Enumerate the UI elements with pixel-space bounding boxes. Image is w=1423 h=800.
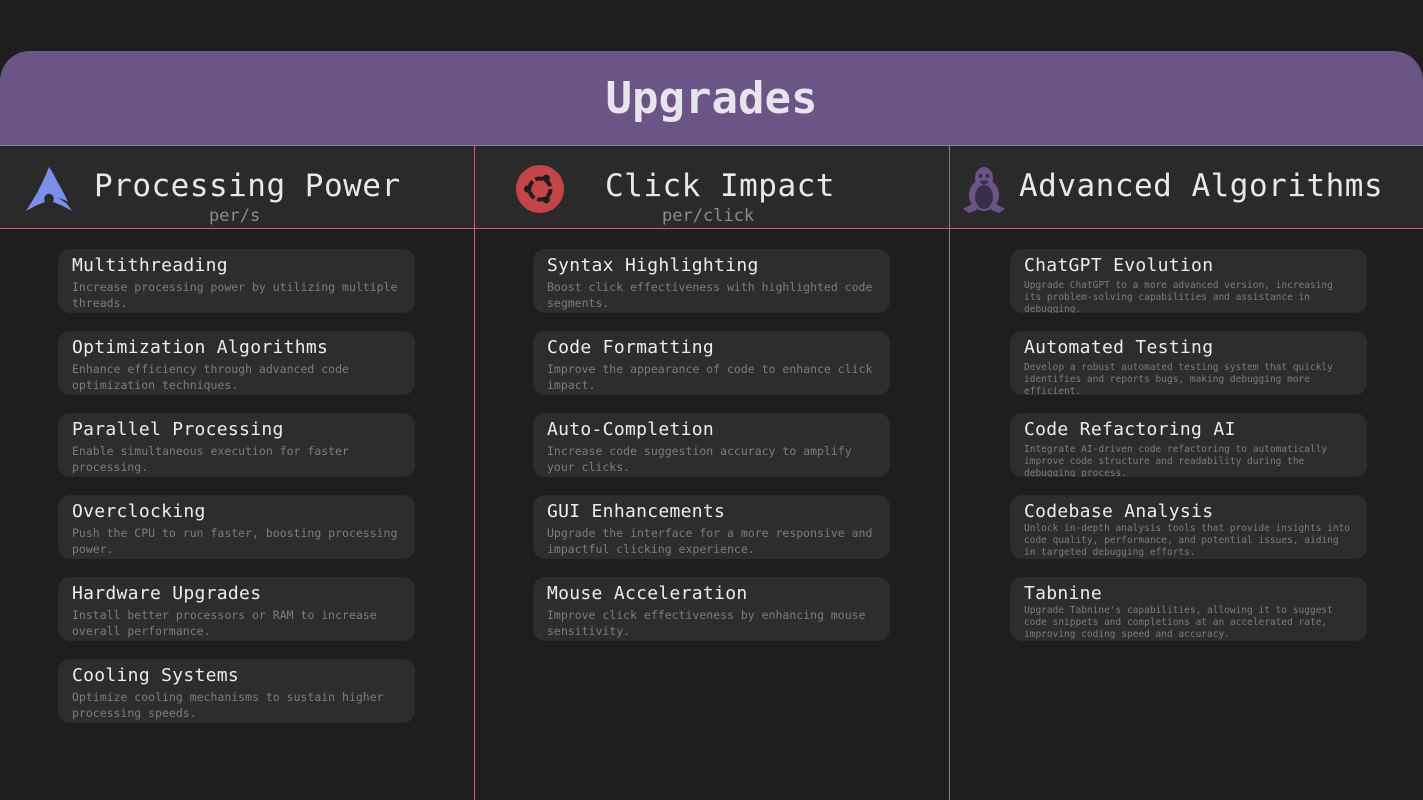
upgrade-description: Upgrade the interface for a more respons… bbox=[547, 526, 873, 556]
column-advanced-algorithms: Advanced Algorithms ChatGPT Evolution Up… bbox=[950, 146, 1423, 800]
linux-tux-icon bbox=[963, 167, 1005, 213]
upgrade-description: Enhance efficiency through advanced code… bbox=[72, 362, 349, 392]
upgrade-card-auto-completion[interactable]: Auto-Completion Increase code suggestion… bbox=[533, 413, 890, 477]
upgrade-title: Tabnine bbox=[1024, 583, 1102, 604]
upgrade-title: ChatGPT Evolution bbox=[1024, 255, 1214, 276]
column-unit: per/s bbox=[209, 206, 261, 226]
upgrade-card-codebase-analysis[interactable]: Codebase Analysis Unlock in-depth analys… bbox=[1010, 495, 1367, 559]
upgrade-description: Increase code suggestion accuracy to amp… bbox=[547, 444, 852, 474]
upgrade-list: ChatGPT Evolution Upgrade ChatGPT to a m… bbox=[1010, 249, 1367, 659]
upgrade-title: Codebase Analysis bbox=[1024, 501, 1214, 522]
upgrade-card-tabnine[interactable]: Tabnine Upgrade Tabnine's capabilities, … bbox=[1010, 577, 1367, 641]
arch-linux-icon bbox=[26, 167, 72, 211]
page-title: Upgrades bbox=[605, 72, 818, 124]
column-processing-power: Processing Power per/s Multithreading In… bbox=[0, 146, 475, 800]
column-title: Processing Power bbox=[94, 168, 401, 204]
upgrades-header: Upgrades bbox=[0, 51, 1423, 146]
upgrades-panel: Upgrades Processing Power per/s Multithr… bbox=[0, 0, 1423, 800]
upgrade-description: Upgrade Tabnine's capabilities, allowing… bbox=[1024, 605, 1333, 640]
upgrade-description: Install better processors or RAM to incr… bbox=[72, 608, 377, 638]
column-header: Processing Power per/s bbox=[0, 146, 474, 229]
column-header: Advanced Algorithms bbox=[950, 146, 1423, 229]
column-header: Click Impact per/click bbox=[475, 146, 949, 229]
upgrade-card-code-refactoring-ai[interactable]: Code Refactoring AI Integrate AI-driven … bbox=[1010, 413, 1367, 477]
column-title: Click Impact bbox=[605, 168, 835, 204]
upgrade-title: Overclocking bbox=[72, 501, 206, 522]
upgrade-card-hardware-upgrades[interactable]: Hardware Upgrades Install better process… bbox=[58, 577, 415, 641]
upgrade-title: Syntax Highlighting bbox=[547, 255, 759, 276]
upgrade-title: Automated Testing bbox=[1024, 337, 1214, 358]
upgrade-title: Code Formatting bbox=[547, 337, 715, 358]
upgrade-title: Multithreading bbox=[72, 255, 228, 276]
column-title: Advanced Algorithms bbox=[1019, 168, 1384, 204]
ubuntu-icon bbox=[516, 165, 564, 213]
upgrade-title: GUI Enhancements bbox=[547, 501, 726, 522]
column-unit: per/click bbox=[662, 206, 755, 226]
upgrade-description: Increase processing power by utilizing m… bbox=[72, 280, 398, 310]
upgrade-description: Develop a robust automated testing syste… bbox=[1024, 362, 1333, 395]
upgrade-card-multithreading[interactable]: Multithreading Increase processing power… bbox=[58, 249, 415, 313]
upgrade-description: Upgrade ChatGPT to a more advanced versi… bbox=[1024, 280, 1333, 313]
upgrade-description: Optimize cooling mechanisms to sustain h… bbox=[72, 690, 384, 720]
upgrade-card-syntax-highlighting[interactable]: Syntax Highlighting Boost click effectiv… bbox=[533, 249, 890, 313]
upgrade-title: Mouse Acceleration bbox=[547, 583, 748, 604]
upgrade-title: Auto-Completion bbox=[547, 419, 715, 440]
upgrade-description: Push the CPU to run faster, boosting pro… bbox=[72, 526, 398, 556]
upgrade-card-mouse-acceleration[interactable]: Mouse Acceleration Improve click effecti… bbox=[533, 577, 890, 641]
upgrade-card-optimization-algorithms[interactable]: Optimization Algorithms Enhance efficien… bbox=[58, 331, 415, 395]
upgrade-card-chatgpt-evolution[interactable]: ChatGPT Evolution Upgrade ChatGPT to a m… bbox=[1010, 249, 1367, 313]
upgrade-title: Cooling Systems bbox=[72, 665, 240, 686]
upgrade-card-parallel-processing[interactable]: Parallel Processing Enable simultaneous … bbox=[58, 413, 415, 477]
upgrade-card-overclocking[interactable]: Overclocking Push the CPU to run faster,… bbox=[58, 495, 415, 559]
upgrade-card-cooling-systems[interactable]: Cooling Systems Optimize cooling mechani… bbox=[58, 659, 415, 723]
upgrade-description: Integrate AI-driven code refactoring to … bbox=[1024, 444, 1328, 477]
upgrade-description: Unlock in-depth analysis tools that prov… bbox=[1024, 523, 1351, 558]
upgrade-description: Improve the appearance of code to enhanc… bbox=[547, 362, 873, 392]
column-click-impact: Click Impact per/click Syntax Highlighti… bbox=[475, 146, 950, 800]
upgrade-title: Optimization Algorithms bbox=[72, 337, 329, 358]
upgrade-list: Syntax Highlighting Boost click effectiv… bbox=[533, 249, 890, 659]
upgrade-card-code-formatting[interactable]: Code Formatting Improve the appearance o… bbox=[533, 331, 890, 395]
upgrade-title: Hardware Upgrades bbox=[72, 583, 262, 604]
upgrade-card-gui-enhancements[interactable]: GUI Enhancements Upgrade the interface f… bbox=[533, 495, 890, 559]
upgrade-list: Multithreading Increase processing power… bbox=[58, 249, 415, 741]
upgrade-title: Code Refactoring AI bbox=[1024, 419, 1236, 440]
upgrade-description: Improve click effectiveness by enhancing… bbox=[547, 608, 866, 638]
upgrade-title: Parallel Processing bbox=[72, 419, 284, 440]
upgrade-card-automated-testing[interactable]: Automated Testing Develop a robust autom… bbox=[1010, 331, 1367, 395]
upgrade-description: Enable simultaneous execution for faster… bbox=[72, 444, 349, 474]
upgrade-description: Boost click effectiveness with highlight… bbox=[547, 280, 873, 310]
